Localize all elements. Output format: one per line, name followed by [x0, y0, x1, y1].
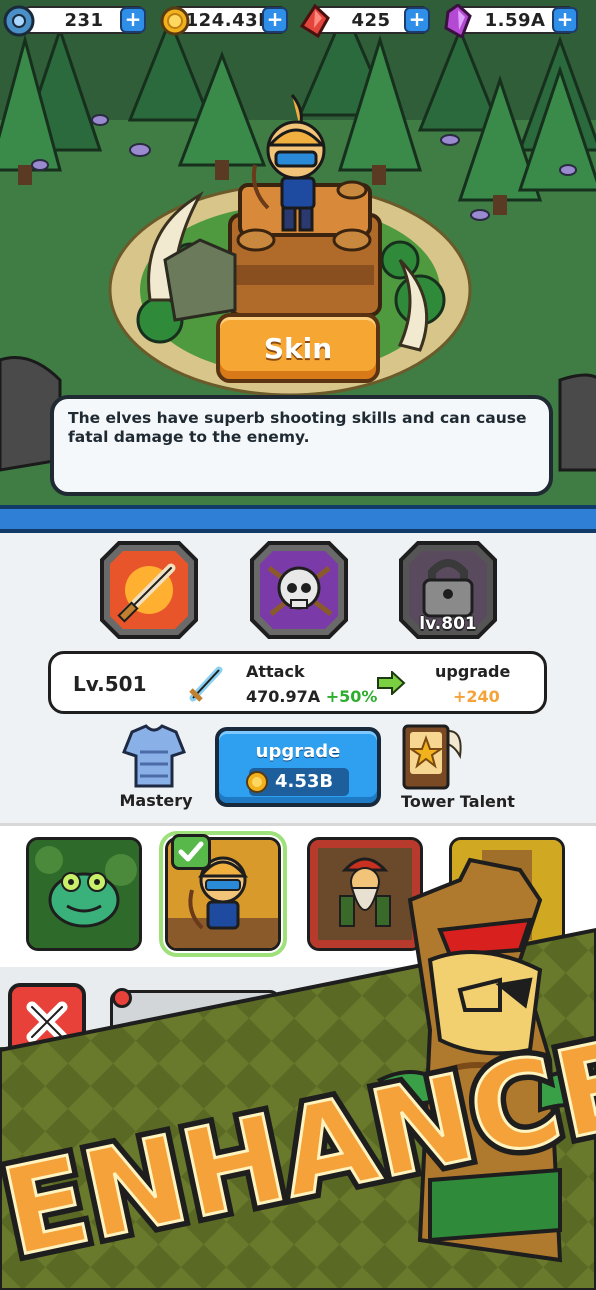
- tower-talent-label[interactable]: Tower Talent: [388, 792, 528, 811]
- skin-button[interactable]: Skin: [216, 313, 380, 383]
- ruby-icon: [299, 4, 330, 38]
- skull-arrows-icon: [250, 541, 348, 639]
- skill-slot-1[interactable]: [99, 540, 199, 640]
- attack-stat-bar: Lv.501 Attack 470.97A +50% upgrade +240: [48, 651, 547, 714]
- skill-slot-3-locked[interactable]: lv.801: [398, 540, 498, 640]
- close-icon: [26, 1001, 68, 1043]
- shield-gem-icon: [3, 5, 35, 37]
- close-button[interactable]: [8, 983, 86, 1061]
- upgrade-button-label: upgrade: [255, 741, 341, 762]
- add-amethyst-button[interactable]: +: [552, 7, 578, 33]
- talent-book-icon[interactable]: [398, 722, 468, 794]
- mastery-label[interactable]: Mastery: [100, 791, 212, 810]
- resource-bar: 231 + 124.43B + 425 + 1.59A +: [0, 4, 596, 38]
- treant-hero-icon: [452, 840, 562, 948]
- panel-header-bar: [0, 505, 596, 533]
- resource-value: 1.59A: [484, 9, 546, 31]
- upgrade-cost: 4.53B: [246, 768, 349, 796]
- upgrade-cost-value: 4.53B: [275, 771, 334, 792]
- selected-check-badge: [171, 834, 211, 870]
- arrow-right-icon: [377, 671, 406, 695]
- hero-card-toad[interactable]: [26, 837, 142, 951]
- slash-sword-icon: [100, 541, 198, 639]
- add-ruby-button[interactable]: +: [404, 7, 430, 33]
- resource-value: 231: [64, 9, 104, 31]
- coin-icon: [246, 771, 268, 793]
- skin-button-label: Skin: [263, 331, 333, 365]
- attack-label: Attack: [246, 662, 305, 681]
- resource-value: 124.43B: [185, 9, 273, 31]
- notification-dot: [112, 988, 132, 1008]
- hero-level: Lv.501: [73, 672, 147, 696]
- hero-description-box: The elves have superb shooting skills an…: [50, 395, 553, 496]
- upgrade-bonus: +240: [453, 687, 500, 706]
- attack-value: 470.97A: [246, 687, 321, 706]
- armor-icon[interactable]: [118, 722, 190, 792]
- gold-coin-icon: [160, 6, 190, 36]
- hero-card-dwarf[interactable]: [307, 837, 423, 951]
- add-gold-button[interactable]: +: [262, 7, 288, 33]
- hero-card-treant[interactable]: [449, 837, 565, 951]
- bottom-action-strip: [0, 967, 596, 1047]
- toad-hero-icon: [29, 840, 139, 948]
- add-gem-button[interactable]: +: [120, 7, 146, 33]
- attack-bonus: +50%: [325, 687, 378, 706]
- checkmark-icon: [178, 841, 204, 862]
- sword-icon: [189, 666, 223, 702]
- dwarf-hero-icon: [310, 840, 420, 948]
- skill-slot-2[interactable]: [249, 540, 349, 640]
- hero-description-text: The elves have superb shooting skills an…: [68, 409, 527, 446]
- secondary-tab[interactable]: [110, 990, 280, 1040]
- attack-value-line: 470.97A +50%: [246, 687, 377, 706]
- skill-unlock-level: lv.801: [419, 614, 477, 634]
- upgrade-button[interactable]: upgrade 4.53B: [215, 727, 381, 807]
- upgrade-label: upgrade: [435, 662, 511, 681]
- resource-value: 425: [351, 9, 391, 31]
- amethyst-icon: [444, 4, 472, 38]
